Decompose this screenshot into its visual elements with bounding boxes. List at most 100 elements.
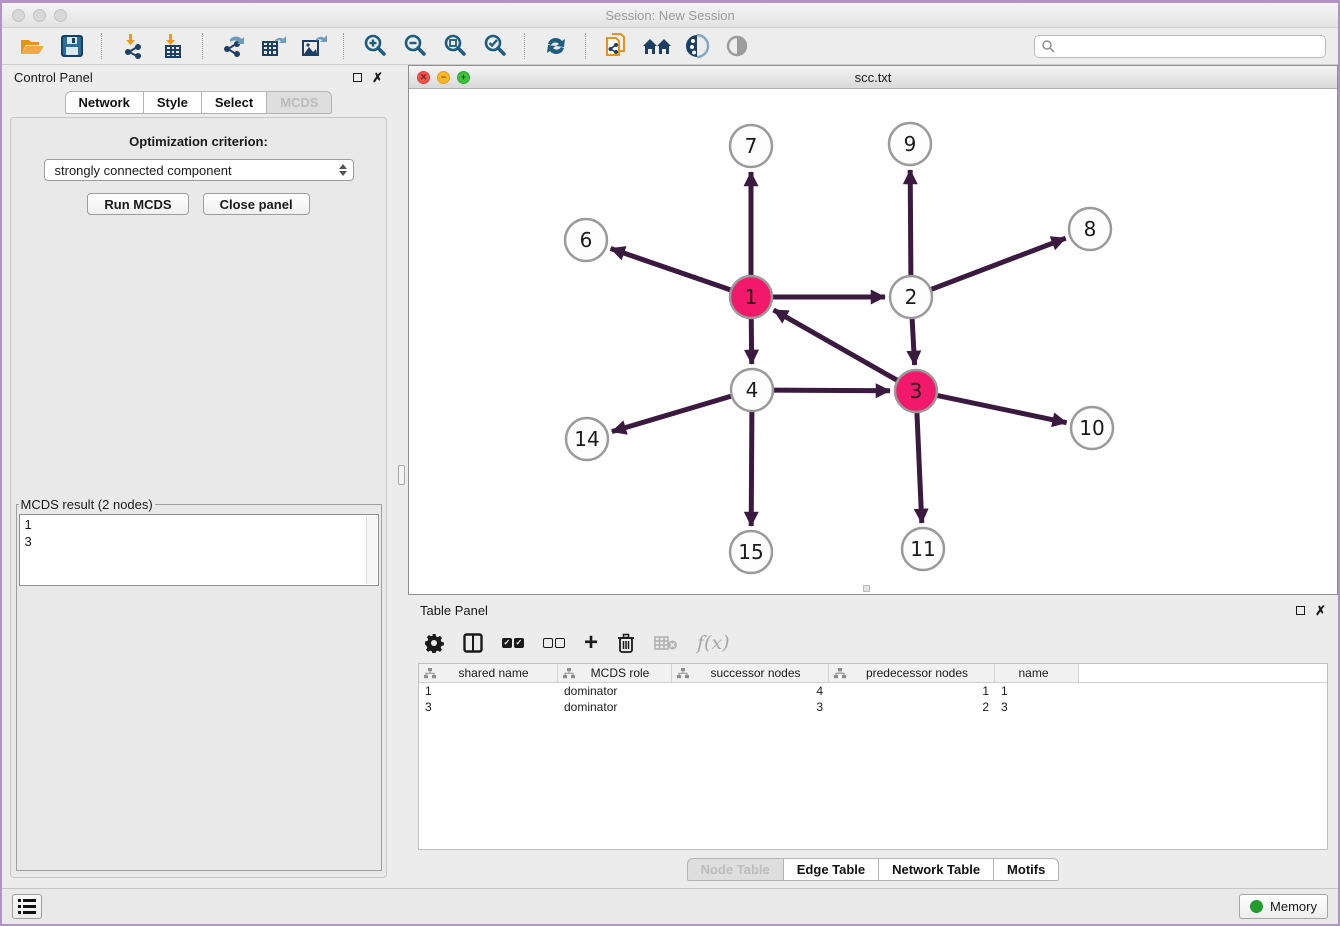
table-row[interactable]: 1dominator411 xyxy=(419,683,1327,699)
float-table-panel-icon[interactable] xyxy=(1296,606,1305,615)
network-graph[interactable]: 7 9 6 8 1 2 4 3 14 10 15 11 xyxy=(409,89,1337,594)
tab-network[interactable]: Network xyxy=(65,91,144,114)
zoom-in-button[interactable] xyxy=(357,31,393,61)
open-session-button[interactable] xyxy=(14,31,50,61)
tab-motifs[interactable]: Motifs xyxy=(994,858,1059,881)
duplicate-network-button[interactable] xyxy=(599,31,635,61)
graph-edge-3-10[interactable] xyxy=(935,395,1067,423)
tab-select[interactable]: Select xyxy=(202,91,267,114)
table-cell[interactable]: 1 xyxy=(995,684,1079,698)
zoom-window-button[interactable] xyxy=(54,9,67,22)
graph-edge-1-4[interactable] xyxy=(751,316,752,364)
table-cell[interactable]: 1 xyxy=(829,684,995,698)
delete-column-button[interactable] xyxy=(617,631,635,655)
table-cell[interactable]: 2 xyxy=(829,700,995,714)
export-table-button[interactable] xyxy=(256,31,292,61)
table-cell[interactable]: 3 xyxy=(995,700,1079,714)
graph-edge-2-3[interactable] xyxy=(912,316,915,365)
table-cell[interactable]: 3 xyxy=(672,700,829,714)
style-button[interactable] xyxy=(679,31,715,61)
mcds-result-text[interactable]: 1 3 xyxy=(19,514,379,586)
deselect-all-button[interactable] xyxy=(543,631,565,655)
column-header-predecessor-nodes[interactable]: predecessor nodes xyxy=(829,664,995,682)
network-maximize-button[interactable]: + xyxy=(457,71,470,84)
task-history-button[interactable] xyxy=(12,894,42,919)
graph-node-3[interactable]: 3 xyxy=(895,370,937,412)
graph-edge-2-8[interactable] xyxy=(929,238,1066,290)
column-header-label: predecessor nodes xyxy=(846,666,994,680)
network-minimize-button[interactable]: − xyxy=(437,71,450,84)
function-builder-button[interactable]: f(x) xyxy=(697,631,730,655)
graph-node-9[interactable]: 9 xyxy=(889,123,931,165)
export-network-button[interactable] xyxy=(216,31,252,61)
export-image-button[interactable] xyxy=(296,31,332,61)
table-cell[interactable]: 1 xyxy=(419,684,558,698)
graph-node-4[interactable]: 4 xyxy=(731,369,773,411)
tab-network-table[interactable]: Network Table xyxy=(879,858,994,881)
close-table-panel-icon[interactable]: ✗ xyxy=(1315,604,1326,617)
memory-button[interactable]: Memory xyxy=(1239,894,1328,919)
graph-edge-4-3[interactable] xyxy=(771,390,890,391)
save-session-button[interactable] xyxy=(54,31,90,61)
import-network-button[interactable] xyxy=(115,31,151,61)
zoom-fit-button[interactable] xyxy=(437,31,473,61)
network-canvas[interactable]: 7 9 6 8 1 2 4 3 14 10 15 11 xyxy=(409,89,1337,594)
graph-node-10[interactable]: 10 xyxy=(1071,407,1113,449)
select-all-button[interactable] xyxy=(502,631,524,655)
delete-table-button[interactable] xyxy=(654,631,678,655)
graph-node-6[interactable]: 6 xyxy=(565,219,607,261)
minimize-window-button[interactable] xyxy=(33,9,46,22)
column-layout-button[interactable] xyxy=(463,631,483,655)
import-table-button[interactable] xyxy=(155,31,191,61)
home-layout-button[interactable] xyxy=(639,31,675,61)
hide-panel-button[interactable] xyxy=(719,31,755,61)
close-window-button[interactable] xyxy=(12,9,25,22)
graph-node-2[interactable]: 2 xyxy=(890,276,932,318)
vertical-splitter[interactable] xyxy=(395,65,408,888)
search-input[interactable] xyxy=(1059,38,1319,54)
table-row[interactable]: 3dominator323 xyxy=(419,699,1327,715)
graph-edge-4-15[interactable] xyxy=(751,409,752,526)
result-scrollbar[interactable] xyxy=(366,516,377,584)
graph-node-8[interactable]: 8 xyxy=(1069,208,1111,250)
network-close-button[interactable]: ✕ xyxy=(417,71,430,84)
node-table[interactable]: shared nameMCDS rolesuccessor nodes prede… xyxy=(418,663,1328,850)
close-panel-button[interactable]: Close panel xyxy=(203,193,310,215)
search-box[interactable] xyxy=(1034,35,1326,58)
add-column-button[interactable]: + xyxy=(584,631,598,655)
graph-node-1[interactable]: 1 xyxy=(730,276,772,318)
optimization-criterion-dropdown[interactable]: strongly connected component xyxy=(44,159,354,181)
column-header-MCDS-role[interactable]: MCDS role xyxy=(558,664,672,682)
columns-icon xyxy=(463,633,483,653)
tab-node-table[interactable]: Node Table xyxy=(687,858,784,881)
run-mcds-button[interactable]: Run MCDS xyxy=(87,193,188,215)
column-header-shared-name[interactable]: shared name xyxy=(419,664,558,682)
graph-node-11[interactable]: 11 xyxy=(902,528,944,570)
table-cell[interactable]: dominator xyxy=(558,684,672,698)
graph-node-7[interactable]: 7 xyxy=(730,125,772,167)
graph-node-14[interactable]: 14 xyxy=(566,418,608,460)
close-panel-icon[interactable]: ✗ xyxy=(372,71,383,84)
table-cell[interactable]: 3 xyxy=(419,700,558,714)
graph-node-15[interactable]: 15 xyxy=(730,531,772,573)
table-cell[interactable]: dominator xyxy=(558,700,672,714)
float-panel-icon[interactable] xyxy=(353,73,362,82)
table-cell[interactable]: 4 xyxy=(672,684,829,698)
graph-node-label: 1 xyxy=(745,285,758,309)
column-header-successor-nodes[interactable]: successor nodes xyxy=(672,664,829,682)
graph-edge-2-9[interactable] xyxy=(910,170,911,278)
graph-edge-4-14[interactable] xyxy=(612,395,734,431)
graph-edge-3-11[interactable] xyxy=(917,410,922,523)
tab-edge-table[interactable]: Edge Table xyxy=(784,858,879,881)
graph-edge-3-1[interactable] xyxy=(774,310,900,382)
zoom-out-button[interactable] xyxy=(397,31,433,61)
column-header-name[interactable]: name xyxy=(995,664,1079,682)
splitter-grip[interactable] xyxy=(398,465,405,485)
table-settings-button[interactable] xyxy=(424,631,444,655)
canvas-resize-grip[interactable] xyxy=(863,585,870,592)
graph-edge-1-6[interactable] xyxy=(611,249,733,291)
tab-style[interactable]: Style xyxy=(144,91,202,114)
tab-mcds[interactable]: MCDS xyxy=(267,91,332,114)
zoom-selected-button[interactable] xyxy=(477,31,513,61)
apply-style-refresh-button[interactable] xyxy=(538,31,574,61)
